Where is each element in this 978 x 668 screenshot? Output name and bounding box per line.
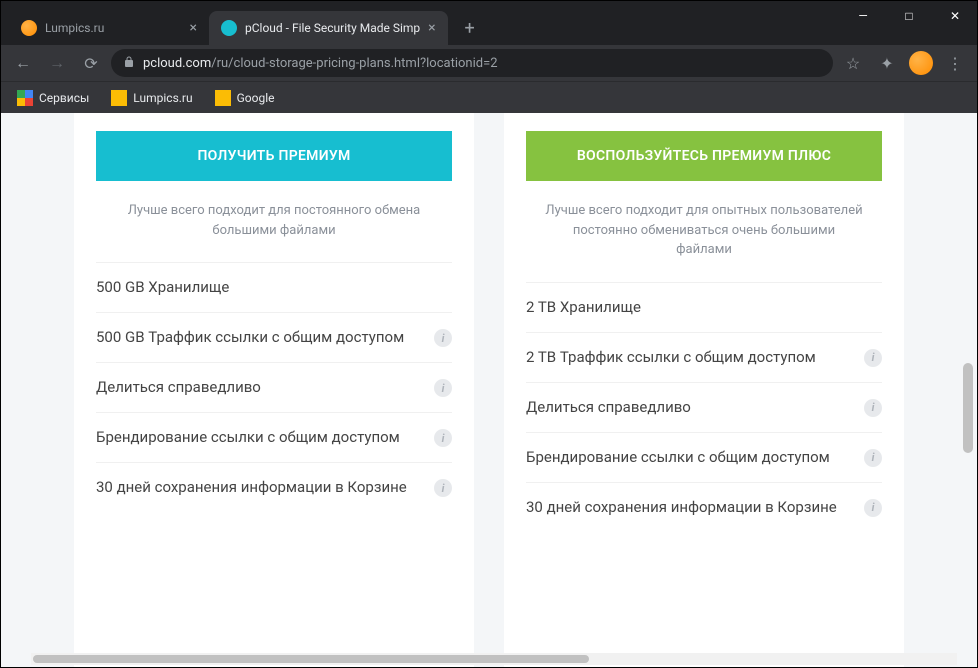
feature-row: Делиться справедливо i — [526, 382, 882, 432]
folder-icon — [215, 90, 231, 106]
info-icon[interactable]: i — [434, 379, 452, 397]
tab-title: Lumpics.ru — [45, 21, 182, 35]
tab-title: pCloud - File Security Made Simp — [245, 21, 420, 35]
feature-text: Брендирование ссылки с общим доступом — [526, 447, 854, 468]
url-text: pcloud.com/ru/cloud-storage-pricing-plan… — [143, 56, 821, 71]
plan-subhead: Лучше всего подходит для постоянного обм… — [96, 201, 452, 262]
back-button[interactable]: ← — [9, 49, 37, 77]
info-icon[interactable]: i — [864, 399, 882, 417]
feature-row: 500 GB Траффик ссылки с общим доступом i — [96, 312, 452, 362]
lock-icon — [123, 56, 135, 71]
close-tab-icon[interactable]: × — [190, 20, 197, 36]
address-bar[interactable]: pcloud.com/ru/cloud-storage-pricing-plan… — [111, 49, 833, 77]
vertical-scrollbar[interactable] — [961, 263, 975, 667]
feature-text: Делиться справедливо — [96, 377, 424, 398]
horizontal-scrollbar[interactable] — [31, 653, 957, 665]
profile-avatar[interactable] — [907, 49, 935, 77]
pricing-card-premium-plus: ВОСПОЛЬЗУЙТЕСЬ ПРЕМИУМ ПЛЮС Лучше всего … — [504, 113, 904, 667]
tab-lumpics[interactable]: Lumpics.ru × — [9, 11, 209, 45]
browser-window: — □ ✕ Lumpics.ru × pCloud - File Securit… — [0, 0, 978, 668]
info-icon[interactable]: i — [434, 429, 452, 447]
bookmark-google[interactable]: Google — [207, 86, 283, 110]
bookmark-lumpics[interactable]: Lumpics.ru — [103, 86, 200, 110]
feature-row: 500 GB Хранилище — [96, 262, 452, 312]
bookmark-label: Google — [237, 91, 275, 105]
window-controls: — □ ✕ — [840, 0, 978, 32]
feature-text: 500 GB Хранилище — [96, 277, 452, 298]
extensions-icon[interactable]: ✦ — [873, 49, 901, 77]
info-icon[interactable]: i — [864, 499, 882, 517]
menu-icon[interactable]: ⋮ — [941, 49, 969, 77]
bookmark-star-icon[interactable]: ☆ — [839, 49, 867, 77]
feature-row: 30 дней сохранения информации в Корзине … — [526, 482, 882, 532]
feature-text: 2 TB Траффик ссылки с общим доступом — [526, 347, 854, 368]
info-icon[interactable]: i — [434, 329, 452, 347]
forward-button[interactable]: → — [43, 49, 71, 77]
info-icon[interactable]: i — [434, 479, 452, 497]
close-tab-icon[interactable]: × — [428, 20, 435, 36]
feature-row: Брендирование ссылки с общим доступом i — [96, 412, 452, 462]
feature-row: 2 TB Хранилище — [526, 282, 882, 332]
info-icon[interactable]: i — [864, 449, 882, 467]
new-tab-button[interactable]: + — [456, 14, 484, 42]
favicon-icon — [221, 20, 237, 36]
feature-row: Делиться справедливо i — [96, 362, 452, 412]
favicon-icon — [21, 20, 37, 36]
pricing-card-premium: ПОЛУЧИТЬ ПРЕМИУМ Лучше всего подходит дл… — [74, 113, 474, 667]
folder-icon — [111, 90, 127, 106]
page-content: ПОЛУЧИТЬ ПРЕМИУМ Лучше всего подходит дл… — [1, 113, 977, 667]
feature-row: 2 TB Траффик ссылки с общим доступом i — [526, 332, 882, 382]
close-window-button[interactable]: ✕ — [932, 0, 978, 32]
toolbar: ← → ⟳ pcloud.com/ru/cloud-storage-pricin… — [1, 45, 977, 81]
bookmark-services[interactable]: Сервисы — [9, 86, 97, 110]
scroll-thumb[interactable] — [33, 655, 589, 663]
feature-row: 30 дней сохранения информации в Корзине … — [96, 462, 452, 512]
feature-text: 2 TB Хранилище — [526, 297, 882, 318]
bookmark-label: Lumpics.ru — [133, 91, 192, 105]
feature-text: 30 дней сохранения информации в Корзине — [526, 497, 854, 518]
tab-pcloud[interactable]: pCloud - File Security Made Simp × — [209, 11, 448, 45]
get-premium-button[interactable]: ПОЛУЧИТЬ ПРЕМИУМ — [96, 131, 452, 181]
feature-row: Брендирование ссылки с общим доступом i — [526, 432, 882, 482]
feature-text: Брендирование ссылки с общим доступом — [96, 427, 424, 448]
feature-text: Делиться справедливо — [526, 397, 854, 418]
bookmarks-bar: Сервисы Lumpics.ru Google — [1, 81, 977, 113]
info-icon[interactable]: i — [864, 349, 882, 367]
bookmark-label: Сервисы — [39, 91, 89, 105]
feature-text: 30 дней сохранения информации в Корзине — [96, 477, 424, 498]
tab-strip: Lumpics.ru × pCloud - File Security Made… — [1, 9, 977, 45]
titlebar — [1, 1, 977, 9]
maximize-button[interactable]: □ — [886, 0, 932, 32]
get-premium-plus-button[interactable]: ВОСПОЛЬЗУЙТЕСЬ ПРЕМИУМ ПЛЮС — [526, 131, 882, 181]
feature-text: 500 GB Траффик ссылки с общим доступом — [96, 327, 424, 348]
minimize-button[interactable]: — — [840, 0, 886, 32]
apps-icon — [17, 90, 33, 106]
scroll-thumb[interactable] — [963, 363, 973, 453]
reload-button[interactable]: ⟳ — [77, 49, 105, 77]
plan-subhead: Лучше всего подходит для опытных пользов… — [526, 201, 882, 282]
